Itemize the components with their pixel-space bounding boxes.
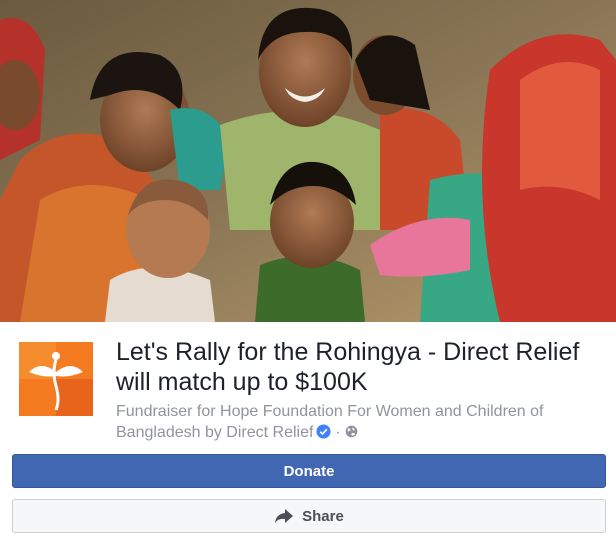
share-button-label: Share: [302, 507, 344, 525]
share-button[interactable]: Share: [12, 499, 606, 533]
fundraiser-title[interactable]: Let's Rally for the Rohingya - Direct Re…: [116, 337, 586, 397]
hope-foundation-logo[interactable]: [19, 342, 93, 416]
cover-photo[interactable]: [0, 0, 616, 322]
share-arrow-icon: [275, 509, 294, 523]
cover-photo-image: [0, 0, 616, 322]
fundraiser-subtitle: Fundraiser for Hope Foundation For Women…: [116, 401, 586, 443]
verified-badge-icon: [316, 424, 331, 439]
separator-dot: ·: [335, 424, 341, 441]
donate-button-label: Donate: [283, 462, 335, 480]
fundraiser-info: Let's Rally for the Rohingya - Direct Re…: [0, 322, 616, 452]
donate-button[interactable]: Donate: [12, 454, 606, 488]
globe-icon[interactable]: [345, 425, 358, 438]
